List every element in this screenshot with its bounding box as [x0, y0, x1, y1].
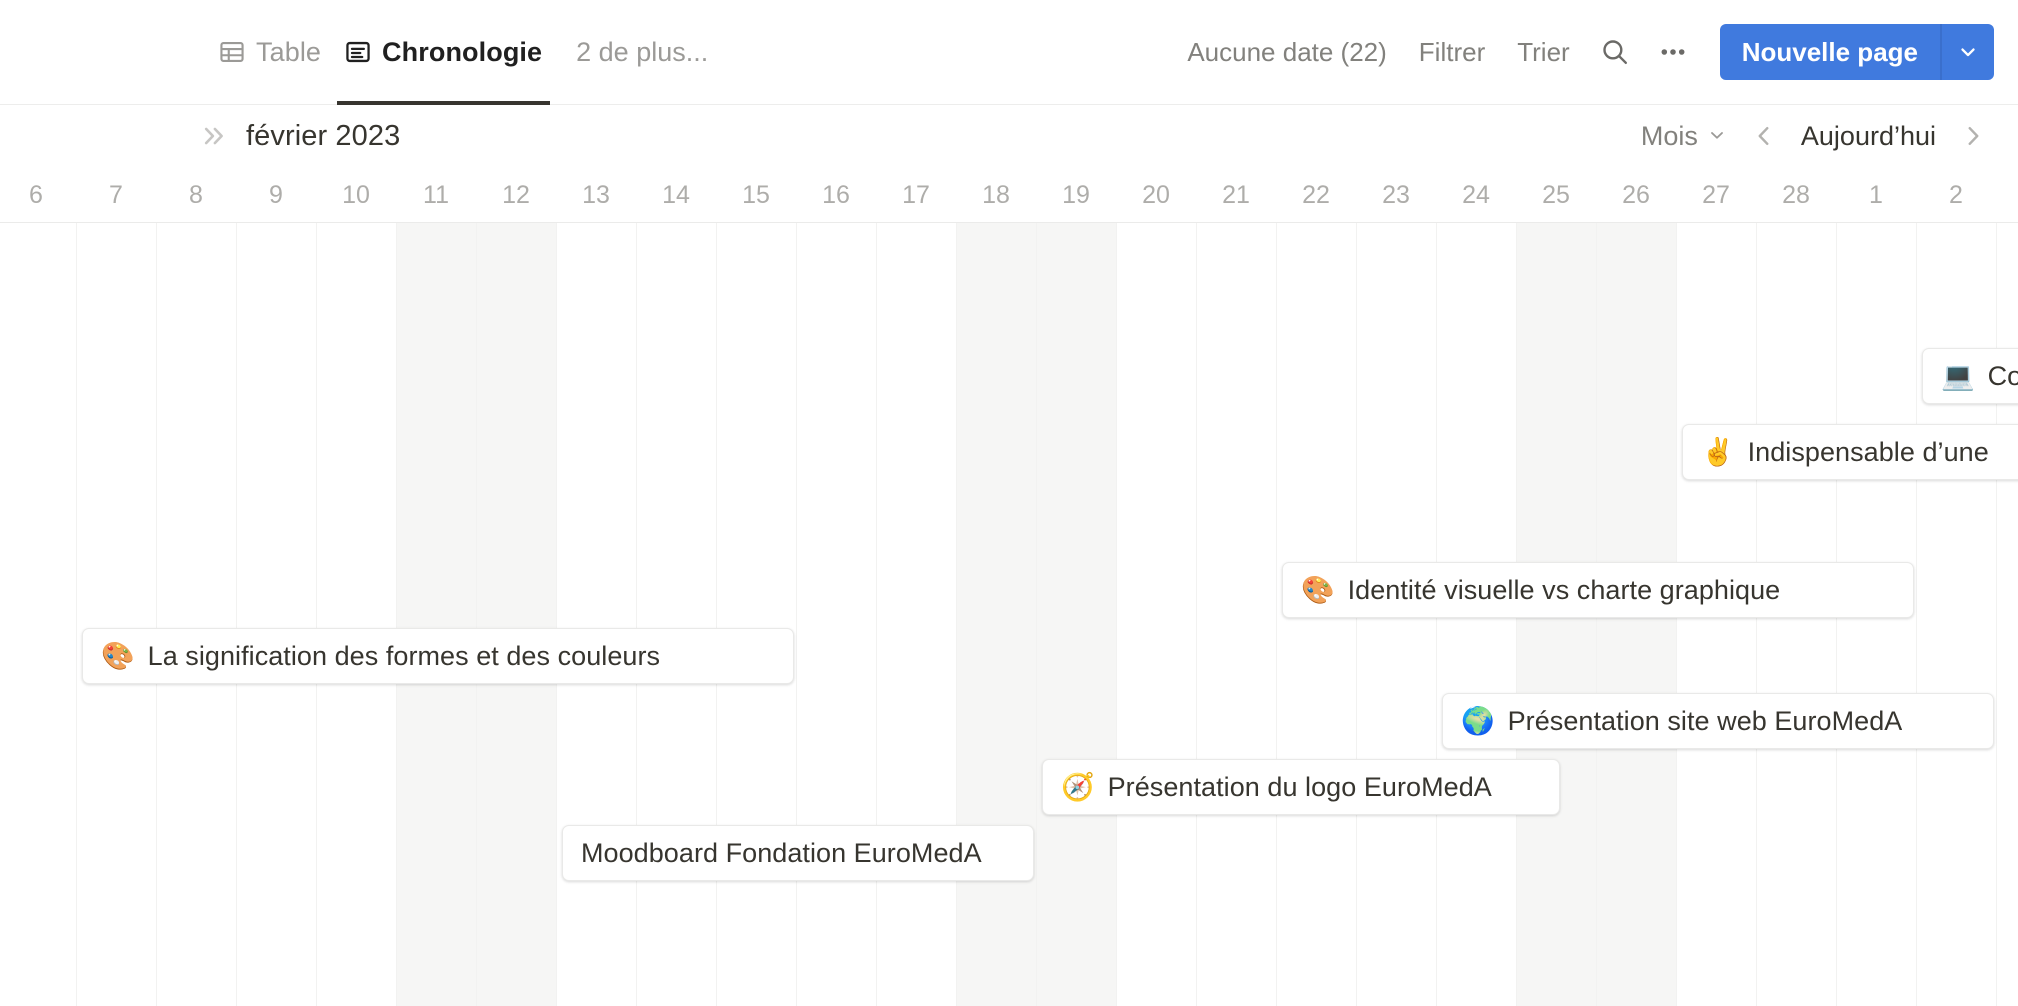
- tab-chronologie-label: Chronologie: [382, 36, 543, 67]
- tab-table[interactable]: Table: [207, 0, 333, 105]
- day-tick: 14: [662, 180, 690, 209]
- ellipsis-icon[interactable]: [1648, 27, 1698, 77]
- search-icon[interactable]: [1590, 27, 1640, 77]
- filter-button[interactable]: Filtrer: [1403, 29, 1501, 76]
- chevron-right-icon[interactable]: [1950, 113, 1996, 159]
- day-tick: 15: [742, 180, 770, 209]
- table-icon: [219, 39, 245, 65]
- grid-column-line: [1276, 223, 1277, 1006]
- timeline-card-title: La signification des formes et des coule…: [147, 640, 661, 671]
- day-tick: 12: [502, 180, 530, 209]
- card-emoji-icon: 🧭: [1061, 771, 1095, 802]
- toolbar-actions: Aucune date (22) Filtrer Trier Nouvelle …: [1171, 24, 2018, 80]
- timeline-card[interactable]: 💻 Co: [1922, 348, 2018, 404]
- day-tick: 7: [109, 180, 123, 209]
- tab-chronologie[interactable]: Chronologie: [333, 0, 554, 105]
- month-header-left: février 2023: [200, 120, 400, 153]
- view-tab-list: Table Chronologie 2 de plus...: [207, 0, 708, 105]
- timeline-card[interactable]: 🧭 Présentation du logo EuroMedA: [1042, 759, 1560, 815]
- database-toolbar: Table Chronologie 2 de plus... Aucune da…: [0, 0, 2018, 105]
- grid-column-line: [716, 223, 717, 1006]
- grid-column-line: [156, 223, 157, 1006]
- day-tick: 26: [1622, 180, 1650, 209]
- no-date-button[interactable]: Aucune date (22): [1171, 29, 1402, 76]
- timeline-scale-label: Mois: [1640, 120, 1698, 151]
- new-page-button-group: Nouvelle page: [1719, 24, 1994, 80]
- grid-column-line: [1916, 223, 1917, 1006]
- card-emoji-icon: 🎨: [1301, 574, 1335, 605]
- day-tick: 16: [822, 180, 850, 209]
- timeline-card-title: Moodboard Fondation EuroMedA: [581, 837, 982, 868]
- grid-column-line: [636, 223, 637, 1006]
- grid-column-line: [76, 223, 77, 1006]
- timeline-card-title: Présentation site web EuroMedA: [1507, 705, 1903, 736]
- day-tick: 20: [1142, 180, 1170, 209]
- day-tick: 28: [1782, 180, 1810, 209]
- day-tick: 10: [342, 180, 370, 209]
- card-emoji-icon: 💻: [1941, 360, 1975, 391]
- day-tick: 18: [982, 180, 1010, 209]
- grid-column-line: [556, 223, 557, 1006]
- chevron-left-icon[interactable]: [1741, 113, 1787, 159]
- grid-column-line: [876, 223, 877, 1006]
- day-tick: 9: [269, 180, 283, 209]
- day-tick: 27: [1702, 180, 1730, 209]
- day-tick: 8: [189, 180, 203, 209]
- card-emoji-icon: 🎨: [101, 640, 135, 671]
- chevron-down-icon: [1707, 121, 1727, 152]
- grid-column-line: [1196, 223, 1197, 1006]
- day-tick: 2: [1949, 180, 1963, 209]
- grid-column-line: [956, 223, 957, 1006]
- timeline-card[interactable]: 🎨 Identité visuelle vs charte graphique: [1282, 562, 1914, 618]
- day-tick: 1: [1869, 180, 1883, 209]
- timeline-card-title: Identité visuelle vs charte graphique: [1347, 574, 1781, 605]
- card-emoji-icon: ✌️: [1701, 436, 1735, 467]
- timeline-card-title: Présentation du logo EuroMedA: [1107, 771, 1492, 802]
- today-button[interactable]: Aujourd’hui: [1787, 115, 1950, 158]
- timeline-icon: [345, 39, 371, 65]
- grid-column-line: [1116, 223, 1117, 1006]
- timeline-card[interactable]: Moodboard Fondation EuroMedA: [562, 825, 1034, 881]
- day-tick: 23: [1382, 180, 1410, 209]
- card-emoji-icon: 🌍: [1461, 705, 1495, 736]
- tab-table-label: Table: [256, 36, 322, 67]
- timeline-grid[interactable]: 💻 Co ✌️ Indispensable d’une 🎨 Identité visuel…: [0, 223, 2018, 1006]
- sort-button[interactable]: Trier: [1501, 29, 1585, 76]
- day-tick: 11: [423, 180, 449, 209]
- grid-column-line: [316, 223, 317, 1006]
- grid-column-line: [476, 223, 477, 1006]
- timeline-card-title: Indispensable d’une: [1747, 436, 1989, 467]
- day-tick: 24: [1462, 180, 1490, 209]
- day-tick: 25: [1542, 180, 1570, 209]
- timeline-day-scale: 6 7 8 9 10 11 12 13 14 15 16 17 18 19 20 21 22 23 24 25 26 27…: [0, 167, 2018, 223]
- grid-column-line: [1036, 223, 1037, 1006]
- grid-column-line: [1996, 223, 1997, 1006]
- chevron-down-icon[interactable]: [1940, 24, 1994, 80]
- timeline-card[interactable]: 🎨 La signification des formes et des coul…: [82, 628, 794, 684]
- grid-column-line: [796, 223, 797, 1006]
- more-views-button[interactable]: 2 de plus...: [576, 37, 708, 68]
- day-tick: 21: [1222, 180, 1250, 209]
- double-chevron-right-icon[interactable]: [200, 122, 228, 150]
- page-title: février 2023: [246, 119, 401, 152]
- month-header-right: Mois Aujourd’hui: [1627, 113, 2018, 159]
- day-tick: 19: [1062, 180, 1090, 209]
- new-page-button[interactable]: Nouvelle page: [1720, 24, 1940, 80]
- timeline-scale-select[interactable]: Mois: [1627, 115, 1741, 158]
- day-tick: 17: [902, 180, 930, 209]
- grid-column-line: [396, 223, 397, 1006]
- grid-column-line: [236, 223, 237, 1006]
- day-tick: 6: [29, 180, 43, 209]
- timeline-month-header: février 2023 Mois Aujourd’hui: [0, 105, 2018, 167]
- day-tick: 22: [1302, 180, 1330, 209]
- timeline-card[interactable]: ✌️ Indispensable d’une: [1682, 424, 2018, 480]
- timeline-card-title: Co: [1987, 360, 2018, 391]
- timeline-card[interactable]: 🌍 Présentation site web EuroMedA: [1442, 693, 1994, 749]
- day-tick: 13: [582, 180, 610, 209]
